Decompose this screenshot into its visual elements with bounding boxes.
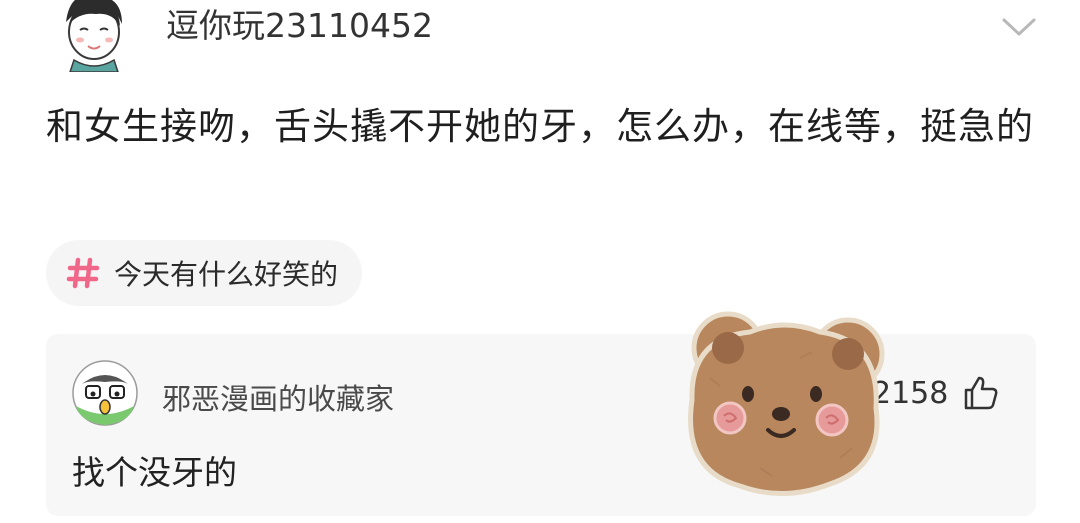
chevron-down-icon[interactable] bbox=[998, 12, 1040, 42]
bear-sticker bbox=[680, 308, 886, 498]
top-comment-card[interactable]: 邪恶漫画的收藏家 找个没牙的 2158 bbox=[46, 334, 1036, 516]
comment-text: 找个没牙的 bbox=[72, 453, 237, 492]
topic-label: 今天有什么好笑的 bbox=[114, 258, 339, 291]
post-page: 逗你玩23110452 和女生接吻，舌头撬不开她的牙，怎么办，在线等，挺急的 今… bbox=[0, 0, 1080, 523]
commenter-name[interactable]: 邪恶漫画的收藏家 bbox=[162, 376, 394, 418]
post-question: 和女生接吻，舌头撬不开她的牙，怎么办，在线等，挺急的 bbox=[46, 105, 1034, 148]
author-name[interactable]: 逗你玩23110452 bbox=[166, 6, 433, 46]
thumbs-up-icon bbox=[962, 374, 1000, 412]
commenter-avatar[interactable] bbox=[72, 360, 138, 426]
topic-chip[interactable]: 今天有什么好笑的 bbox=[46, 240, 363, 306]
author-avatar[interactable] bbox=[56, 0, 130, 73]
hashtag-icon bbox=[66, 256, 100, 290]
like-button[interactable]: 2158 bbox=[872, 374, 1000, 412]
